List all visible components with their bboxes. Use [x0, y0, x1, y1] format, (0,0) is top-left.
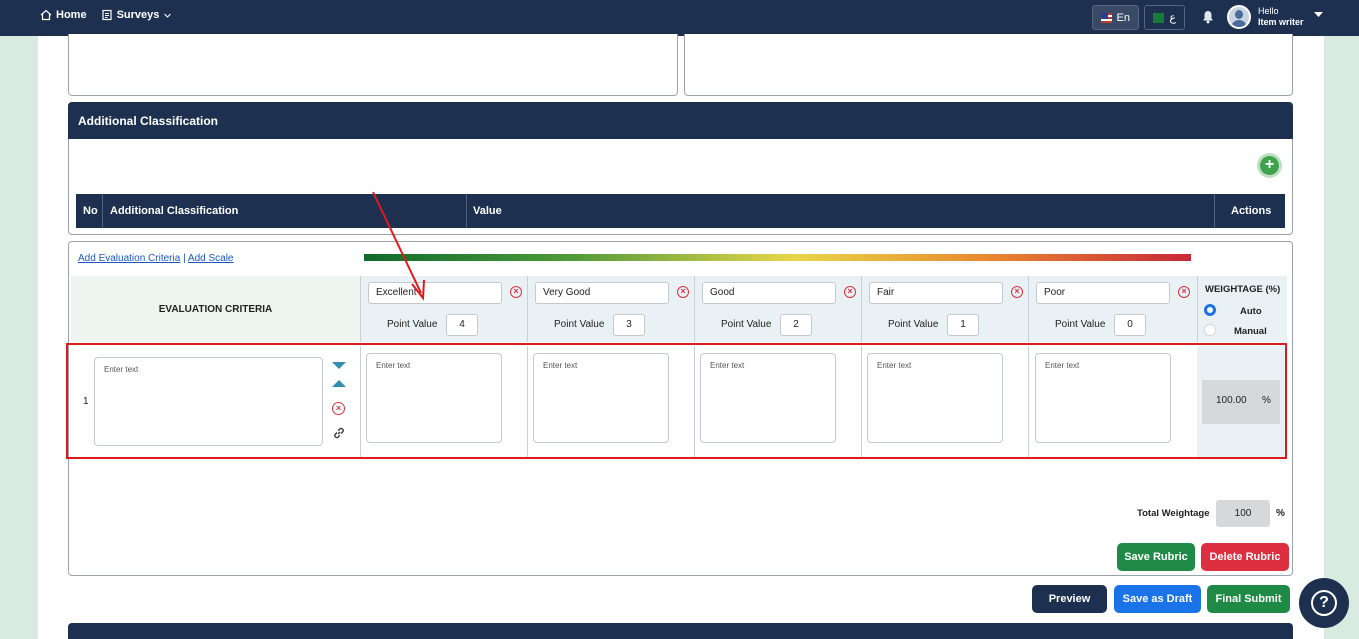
us-flag-icon: [1101, 12, 1112, 23]
home-icon: [40, 9, 52, 21]
chevron-down-icon: [164, 13, 172, 18]
point-value-label: Point Value: [888, 319, 939, 330]
column-additional-classification: Additional Classification: [110, 205, 239, 217]
remove-scale-icon[interactable]: ×: [677, 286, 689, 298]
language-english-button[interactable]: En: [1092, 5, 1139, 30]
point-value-input[interactable]: 0: [1114, 314, 1146, 336]
scale-name-input[interactable]: Very Good: [535, 282, 669, 304]
scale-name-input[interactable]: Poor: [1036, 282, 1170, 304]
language-arabic-button[interactable]: ع: [1144, 5, 1185, 30]
add-evaluation-criteria-link[interactable]: Add Evaluation Criteria: [78, 253, 180, 264]
total-weightage-unit: %: [1276, 508, 1285, 519]
delete-rubric-button[interactable]: Delete Rubric: [1201, 543, 1289, 571]
nav-surveys-label: Surveys: [116, 9, 160, 21]
rubric-links: Add Evaluation Criteria | Add Scale: [78, 253, 234, 264]
user-info[interactable]: Hello Item writer: [1258, 6, 1304, 28]
weightage-title: WEIGHTAGE (%): [1205, 284, 1281, 295]
scale-column-good: Good × Point Value 2: [694, 276, 862, 342]
point-value-input[interactable]: 3: [613, 314, 645, 336]
document-icon: [101, 9, 112, 21]
weightage-header: WEIGHTAGE (%) Auto Manual: [1197, 276, 1287, 342]
total-weightage-input: 100: [1216, 500, 1270, 527]
save-rubric-button[interactable]: Save Rubric: [1117, 543, 1195, 571]
point-value-label: Point Value: [1055, 319, 1106, 330]
plus-icon: +: [1260, 156, 1279, 175]
language-arabic-label: ع: [1169, 12, 1176, 24]
evaluation-criteria-header: EVALUATION CRITERIA: [71, 276, 360, 342]
total-weightage-label: Total Weightage: [1137, 508, 1210, 519]
drafted-items-header: [68, 623, 1293, 639]
column-divider: [1214, 194, 1215, 228]
point-value-label: Point Value: [387, 319, 438, 330]
column-value: Value: [473, 205, 502, 217]
upper-left-panel: [68, 34, 678, 96]
point-value-input[interactable]: 1: [947, 314, 979, 336]
remove-scale-icon[interactable]: ×: [1011, 286, 1023, 298]
avatar[interactable]: [1227, 5, 1251, 29]
point-value-label: Point Value: [554, 319, 605, 330]
evaluation-criteria-header-label: EVALUATION CRITERIA: [158, 303, 273, 315]
saudi-flag-icon: [1153, 12, 1165, 23]
help-icon: ?: [1311, 590, 1337, 616]
add-scale-link[interactable]: Add Scale: [188, 253, 234, 264]
column-divider: [466, 194, 467, 228]
auto-radio[interactable]: [1204, 304, 1216, 316]
column-no: No: [83, 205, 98, 217]
column-actions: Actions: [1231, 205, 1272, 217]
auto-label: Auto: [1240, 306, 1262, 317]
user-role: Item writer: [1258, 17, 1304, 27]
nav-home-label: Home: [56, 9, 87, 21]
annotation-arrow: [372, 191, 425, 301]
save-as-draft-button[interactable]: Save as Draft: [1114, 585, 1201, 613]
remove-scale-icon[interactable]: ×: [1178, 286, 1190, 298]
final-submit-button[interactable]: Final Submit: [1207, 585, 1290, 613]
column-divider: [102, 194, 103, 228]
manual-label: Manual: [1234, 326, 1267, 337]
additional-classification-header: Additional Classification: [68, 102, 1293, 139]
scale-column-poor: Poor × Point Value 0: [1028, 276, 1197, 342]
point-value-input[interactable]: 4: [446, 314, 478, 336]
help-button[interactable]: ?: [1299, 578, 1349, 628]
highlight-rectangle: [66, 343, 1287, 459]
bell-icon[interactable]: [1202, 10, 1214, 24]
remove-scale-icon[interactable]: ×: [510, 286, 522, 298]
scale-name-input[interactable]: Fair: [869, 282, 1003, 304]
upper-right-panel: [684, 34, 1293, 96]
scale-column-very-good: Very Good × Point Value 3: [527, 276, 695, 342]
preview-button[interactable]: Preview: [1032, 585, 1107, 613]
top-navigation-bar: Home Surveys En ع Hello Item writer: [0, 0, 1359, 36]
point-value-input[interactable]: 2: [780, 314, 812, 336]
user-greeting: Hello: [1258, 6, 1279, 16]
scale-column-fair: Fair × Point Value 1: [861, 276, 1029, 342]
nav-surveys[interactable]: Surveys: [101, 9, 173, 21]
link-separator: |: [183, 253, 186, 264]
point-value-label: Point Value: [721, 319, 772, 330]
manual-radio[interactable]: [1204, 324, 1216, 336]
nav-home[interactable]: Home: [40, 9, 87, 21]
classification-table-header: No Additional Classification Value Actio…: [76, 194, 1285, 228]
caret-down-icon[interactable]: [1314, 12, 1323, 18]
scale-gradient-bar: [364, 254, 1191, 261]
panel-title: Additional Classification: [78, 113, 219, 128]
nav-links: Home Surveys: [40, 9, 172, 21]
remove-scale-icon[interactable]: ×: [844, 286, 856, 298]
add-classification-button[interactable]: +: [1257, 153, 1282, 178]
scale-name-input[interactable]: Good: [702, 282, 836, 304]
language-english-label: En: [1116, 11, 1130, 24]
